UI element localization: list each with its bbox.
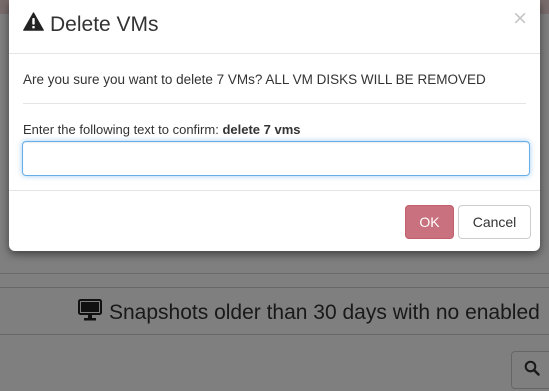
close-button[interactable]: × <box>512 9 528 28</box>
confirm-text-input[interactable] <box>22 141 530 176</box>
confirm-instruction: Enter the following text to confirm: del… <box>23 122 300 137</box>
dialog-title-text: Delete VMs <box>50 12 159 36</box>
dialog-header: Delete VMs × <box>9 0 540 54</box>
confirm-prompt-text: Enter the following text to confirm: <box>23 122 223 137</box>
warning-icon <box>23 12 50 37</box>
dialog-footer: OK Cancel <box>9 190 540 252</box>
cancel-button[interactable]: Cancel <box>458 205 531 239</box>
confirm-phrase: delete 7 vms <box>222 122 301 137</box>
dialog-title: Delete VMs <box>23 12 159 37</box>
ok-button[interactable]: OK <box>405 205 454 239</box>
body-divider <box>23 103 526 104</box>
delete-warning-message: Are you sure you want to delete 7 VMs? A… <box>23 72 486 87</box>
delete-vms-dialog: Delete VMs × Are you sure you want to de… <box>9 0 540 251</box>
